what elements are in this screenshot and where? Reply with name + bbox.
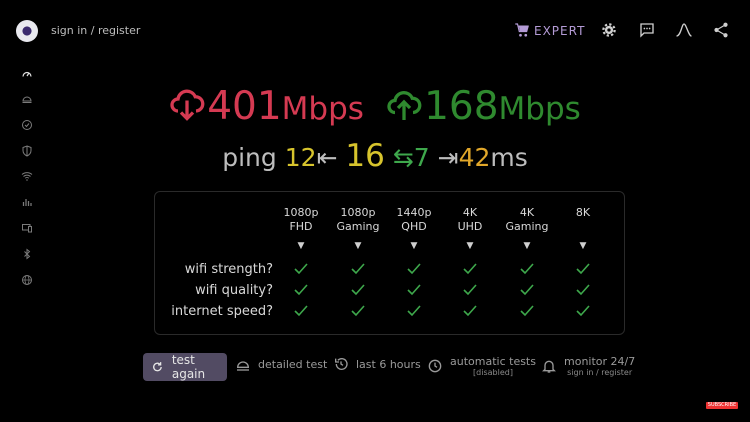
download-unit: Mbps [281, 91, 364, 127]
monitor-label: monitor 24/7 [564, 355, 636, 368]
automatic-tests-label: automatic tests [450, 355, 536, 368]
subscribe-badge[interactable]: SUBSCRIBE [706, 402, 738, 409]
column-header: 1080p FHD [271, 206, 331, 234]
clock-icon [428, 359, 442, 373]
column-header-line1: 4K [519, 206, 535, 219]
share-icon[interactable] [711, 20, 731, 40]
history-label: last 6 hours [356, 357, 421, 371]
column-header: 1080p Gaming [328, 206, 388, 234]
automatic-tests-button[interactable]: automatic tests [disabled] [427, 355, 536, 377]
column-header-line1: 1080p [340, 206, 376, 219]
column-header: 4K UHD [440, 206, 500, 234]
column-header-line1: 1080p [283, 206, 319, 219]
column-header-line1: 1440p [396, 206, 432, 219]
column-arrow-icon: ▼ [410, 241, 418, 251]
column-header-line2: Gaming [336, 220, 380, 233]
jitter-arrows-icon: ⇆ [392, 143, 414, 172]
column-header: 4K Gaming [497, 206, 557, 234]
message-icon[interactable] [637, 20, 657, 40]
history-button[interactable]: last 6 hours [333, 356, 421, 372]
column-arrow-icon: ▼ [523, 241, 531, 251]
history-icon [335, 358, 348, 370]
upload-speed: 168Mbps [386, 84, 581, 129]
detailed-test-icon [236, 361, 250, 371]
column-arrow-icon: ▼ [354, 241, 362, 251]
bell-icon [542, 360, 556, 373]
test-again-label: test again [171, 353, 206, 381]
detailed-test-button[interactable]: detailed test [235, 356, 327, 372]
bar-chart-icon[interactable] [18, 194, 36, 210]
download-speed: 401Mbps [169, 84, 369, 129]
settings-gear-icon[interactable] [599, 20, 619, 40]
devices-icon[interactable] [18, 220, 36, 236]
speedometer-icon[interactable] [18, 66, 36, 82]
ping-unit: ms [490, 143, 528, 172]
expert-mode-button[interactable]: EXPERT [534, 24, 585, 38]
column-header: 8K [553, 206, 613, 220]
cart-icon[interactable] [512, 20, 532, 40]
column-arrow-icon: ▼ [297, 241, 305, 251]
ping-low-value: 12 [284, 143, 317, 172]
automatic-tests-status: [disabled] [473, 368, 513, 377]
bluetooth-icon[interactable] [18, 246, 36, 262]
upload-value: 168 [424, 84, 499, 129]
detailed-test-label: detailed test [258, 357, 328, 371]
signin-link[interactable]: sign in / register [51, 24, 140, 37]
download-value: 401 [207, 84, 282, 129]
ping-high-value: 42 [458, 143, 491, 172]
speed-results: 401Mbps 168Mbps [0, 84, 750, 129]
cloud-download-icon [170, 89, 205, 121]
row-label: internet speed? [171, 304, 273, 319]
column-arrow-icon: ▼ [579, 241, 587, 251]
ping-mid-value: 16 [345, 138, 385, 174]
column-header: 1440p QHD [384, 206, 444, 234]
ping-label: ping [222, 143, 277, 172]
upload-unit: Mbps [498, 91, 581, 127]
graph-curve-icon[interactable] [674, 20, 694, 40]
right-arrow-icon: ⇥ [437, 143, 459, 172]
column-header-line2: FHD [289, 220, 313, 233]
column-header-line2: UHD [457, 220, 483, 233]
app-logo[interactable] [16, 20, 38, 42]
test-again-button[interactable]: test again [143, 353, 227, 381]
globe-icon[interactable] [18, 272, 36, 288]
cloud-upload-icon [387, 91, 422, 120]
column-header-line2: Gaming [505, 220, 549, 233]
row-label: wifi quality? [195, 283, 273, 298]
column-header-line1: 4K [462, 206, 478, 219]
monitor-signin-link: sign in / register [567, 368, 633, 377]
ping-result: ping 12⇤ 16 ⇆7 ⇥42ms [0, 138, 750, 174]
left-arrow-icon: ⇤ [316, 143, 338, 172]
refresh-icon [153, 362, 162, 372]
column-header-line1: 8K [575, 206, 591, 219]
ping-jitter-value: 7 [413, 143, 430, 172]
monitor-button[interactable]: monitor 24/7 sign in / register [541, 355, 635, 377]
column-arrow-icon: ▼ [466, 241, 474, 251]
column-header-line2: QHD [401, 220, 427, 233]
row-label: wifi strength? [184, 262, 273, 277]
